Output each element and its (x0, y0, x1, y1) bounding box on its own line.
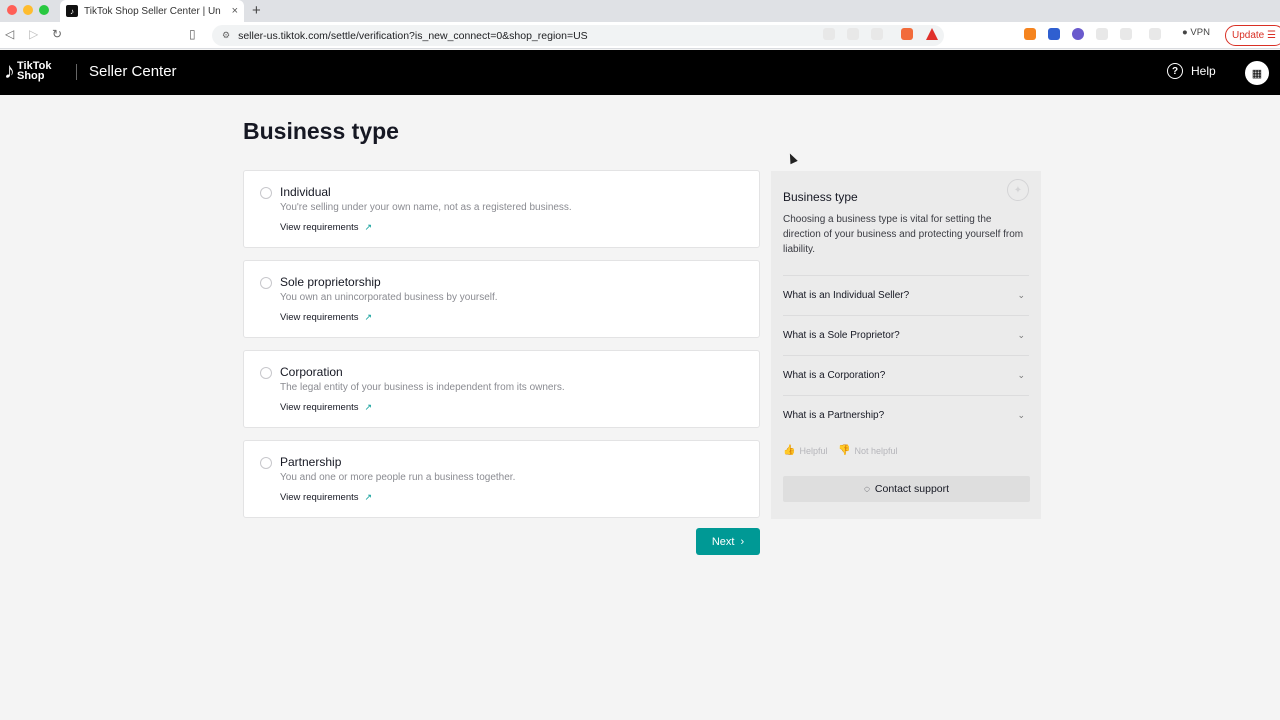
site-settings-icon[interactable]: ⚙ (222, 30, 230, 41)
chevron-down-icon: ⌄ (1017, 370, 1025, 380)
option-title: Sole proprietorship (280, 275, 381, 289)
option-description: The legal entity of your business is ind… (280, 382, 565, 393)
url-text: seller-us.tiktok.com/settle/verification… (238, 29, 588, 42)
option-title: Corporation (280, 365, 343, 379)
chat-bubble-icon: ◌ (863, 483, 870, 495)
radio-corporation[interactable] (260, 367, 272, 379)
option-partnership[interactable]: Partnership You and one or more people r… (243, 440, 760, 518)
option-sole-proprietorship[interactable]: Sole proprietorship You own an unincorpo… (243, 260, 760, 338)
option-corporation[interactable]: Corporation The legal entity of your bus… (243, 350, 760, 428)
chevron-down-icon: ⌄ (1017, 410, 1025, 420)
forward-icon[interactable]: ▷ (29, 27, 38, 41)
maximize-window-button[interactable] (39, 5, 49, 15)
close-tab-icon[interactable]: × (232, 5, 238, 17)
metamask-icon[interactable] (1024, 28, 1036, 40)
tab-title: TikTok Shop Seller Center | Un (84, 5, 221, 17)
faq-question: What is an Individual Seller? (783, 290, 910, 301)
mouse-cursor (786, 151, 798, 165)
logo-line-2: Shop (17, 70, 45, 82)
external-link-icon: ↗ (364, 222, 373, 232)
help-button[interactable]: ? Help (1167, 63, 1216, 79)
radio-individual[interactable] (260, 187, 272, 199)
extension-grid-icon[interactable] (1048, 28, 1060, 40)
update-label: Update (1232, 30, 1265, 41)
view-requirements-link[interactable]: View requirements ↗ (280, 312, 372, 323)
thumbs-down-icon: 👎 (838, 445, 851, 456)
help-label: Help (1191, 64, 1216, 78)
wallet-icon[interactable] (1149, 28, 1161, 40)
option-description: You're selling under your own name, not … (280, 202, 572, 213)
faq-question: What is a Corporation? (783, 370, 886, 381)
not-helpful-label: Not helpful (854, 445, 898, 456)
extensions-puzzle-icon[interactable] (1096, 28, 1108, 40)
minimize-window-button[interactable] (23, 5, 33, 15)
browser-toolbar: ◁ ▷ ↻ ▯ ⚙ seller-us.tiktok.com/settle/ve… (0, 22, 1280, 49)
external-link-icon: ↗ (364, 492, 373, 502)
panel-title: Business type (783, 190, 858, 204)
faq-individual-seller[interactable]: What is an Individual Seller? ⌄ (783, 275, 1029, 315)
chevron-down-icon: ⌄ (1017, 290, 1025, 300)
not-helpful-button[interactable]: 👎 Not helpful (838, 445, 897, 456)
external-link-icon: ↗ (364, 402, 373, 412)
camera-blocked-icon[interactable] (823, 28, 835, 40)
help-icon: ? (1167, 63, 1183, 79)
reload-icon[interactable]: ↻ (52, 27, 62, 41)
option-title: Partnership (280, 455, 342, 469)
brave-shield-icon[interactable] (901, 28, 913, 40)
share-icon[interactable] (871, 28, 883, 40)
next-label: Next (711, 535, 735, 548)
faq-corporation[interactable]: What is a Corporation? ⌄ (783, 355, 1029, 395)
browser-tab-bar: ♪ TikTok Shop Seller Center | Un × + (0, 0, 1280, 22)
browser-tab[interactable]: ♪ TikTok Shop Seller Center | Un × (60, 0, 244, 22)
faq-partnership[interactable]: What is a Partnership? ⌄ (783, 395, 1029, 435)
radio-partnership[interactable] (260, 457, 272, 469)
faq-sole-proprietor[interactable]: What is a Sole Proprietor? ⌄ (783, 315, 1029, 355)
tiktok-note-icon: ♪ (4, 58, 15, 83)
view-requirements-link[interactable]: View requirements ↗ (280, 222, 372, 233)
page-title: Business type (243, 118, 399, 144)
view-requirements-link[interactable]: View requirements ↗ (280, 402, 372, 413)
view-requirements-link[interactable]: View requirements ↗ (280, 492, 372, 503)
back-icon[interactable]: ◁ (5, 27, 14, 41)
helpful-button[interactable]: 👍 Helpful (783, 445, 827, 456)
app-header: ♪ TikTok Shop Seller Center ? Help ▦ (0, 50, 1280, 95)
faq-question: What is a Sole Proprietor? (783, 330, 900, 341)
option-description: You and one or more people run a busines… (280, 472, 516, 483)
vpn-label: VPN (1190, 27, 1210, 38)
contact-support-button[interactable]: ◌ Contact support (783, 476, 1030, 502)
next-button[interactable]: Next › (696, 528, 760, 555)
extension-gear-icon[interactable] (1072, 28, 1084, 40)
contact-support-label: Contact support (874, 483, 950, 495)
chevron-right-icon: › (740, 535, 745, 548)
update-button[interactable]: Update ☰ (1225, 25, 1280, 46)
external-link-icon: ↗ (364, 312, 373, 322)
key-icon[interactable] (847, 28, 859, 40)
chevron-down-icon: ⌄ (1017, 330, 1025, 340)
faq-question: What is a Partnership? (783, 410, 885, 421)
radio-sole-proprietorship[interactable] (260, 277, 272, 289)
panel-description: Choosing a business type is vital for se… (783, 214, 1024, 255)
option-description: You own an unincorporated business by yo… (280, 292, 498, 303)
close-window-button[interactable] (7, 5, 17, 15)
option-individual[interactable]: Individual You're selling under your own… (243, 170, 760, 248)
thumbs-up-icon: 👍 (783, 445, 796, 456)
vpn-dot-icon: ● (1182, 27, 1188, 38)
option-title: Individual (280, 185, 331, 199)
store-icon[interactable]: ▦ (1245, 61, 1269, 85)
header-divider (76, 64, 77, 80)
lightbulb-icon: ✦ (1007, 179, 1029, 201)
new-tab-icon[interactable]: + (252, 2, 261, 19)
bookmark-icon[interactable]: ▯ (189, 27, 196, 41)
menu-icon: ☰ (1267, 30, 1276, 41)
seller-center-title: Seller Center (89, 63, 177, 80)
help-panel: ✦ Business type Choosing a business type… (771, 171, 1041, 519)
sidebar-icon[interactable] (1120, 28, 1132, 40)
tiktok-favicon-icon: ♪ (66, 5, 78, 17)
helpful-label: Helpful (799, 445, 828, 456)
vpn-button[interactable]: ● VPN (1182, 27, 1210, 38)
tiktok-shop-logo[interactable]: ♪ TikTok Shop (4, 60, 51, 82)
